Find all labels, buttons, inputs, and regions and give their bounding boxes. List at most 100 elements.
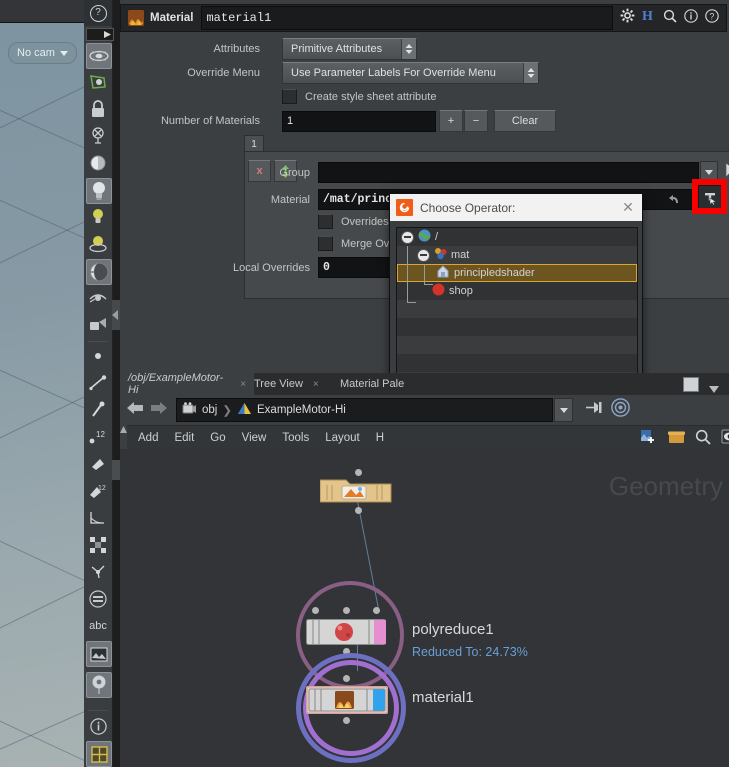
network-editor-pane: /obj/ExampleMotor-Hi × Tree View × Mater… [120, 373, 729, 767]
help-icon[interactable]: ? [705, 9, 719, 28]
dialog-title: Choose Operator: [420, 201, 620, 215]
number-of-materials-input[interactable]: 1 [282, 111, 436, 132]
info-icon[interactable] [86, 714, 110, 738]
tree-label-mat: mat [451, 249, 469, 261]
attributes-dropdown[interactable]: Primitive Attributes [282, 38, 417, 60]
network-scroll-indicator[interactable] [120, 425, 127, 449]
tab-obj-examplemotor[interactable]: /obj/ExampleMotor-Hi × [120, 373, 254, 395]
row-group: Group [120, 161, 729, 184]
network-target-icon[interactable] [611, 398, 630, 422]
collapse-icon[interactable] [401, 231, 414, 244]
remove-material-button[interactable]: − [464, 110, 488, 132]
breadcrumb[interactable]: obj ❯ ExampleMotor-Hi [176, 398, 553, 422]
environment-icon[interactable] [86, 259, 112, 285]
point-icon[interactable] [86, 344, 110, 368]
tab-tree-view[interactable]: Tree View × [246, 373, 340, 395]
node-name-input[interactable]: material1 [201, 6, 613, 30]
collapse-icon[interactable] [417, 249, 430, 262]
add-node-icon[interactable] [640, 429, 657, 447]
transform-icon[interactable] [86, 533, 110, 557]
lock-icon[interactable] [86, 97, 110, 121]
location-pin-icon[interactable] [86, 672, 112, 698]
close-icon[interactable]: ✕ [620, 200, 636, 216]
merge-overrides-checkbox[interactable] [318, 236, 333, 251]
override-menu-dropdown[interactable]: Use Parameter Labels For Override Menu [282, 62, 539, 84]
create-stylesheet-checkbox[interactable] [282, 89, 297, 104]
grid-icon[interactable] [86, 741, 112, 767]
joint-icon[interactable] [86, 560, 110, 584]
spin-arrows-icon[interactable] [523, 63, 538, 83]
select-tool-icon[interactable] [86, 43, 112, 69]
paint-bucket-icon[interactable] [86, 452, 110, 476]
pane-splitter-handle[interactable] [112, 300, 120, 330]
curve-icon[interactable] [86, 371, 110, 395]
svg-text:12: 12 [98, 485, 106, 492]
network-canvas[interactable]: Geometry [120, 449, 729, 767]
material-node-icon [126, 8, 146, 28]
small-light-icon[interactable] [86, 205, 110, 229]
material-label: Material [120, 194, 310, 206]
polygon-select-icon[interactable] [86, 70, 110, 94]
tree-row-mat[interactable]: mat [397, 246, 637, 264]
sphere-light-icon[interactable] [86, 151, 110, 175]
camera-eye-icon[interactable] [86, 286, 110, 310]
clear-materials-button[interactable]: Clear [494, 110, 556, 132]
rail-expand-button[interactable] [86, 28, 114, 41]
light-bulb-icon[interactable] [86, 178, 112, 204]
row-attributes: Attributes Primitive Attributes [120, 38, 417, 60]
rail-help-icon[interactable]: ? [84, 0, 112, 26]
revert-parameter-icon[interactable] [668, 193, 680, 211]
tree-label-shop: shop [449, 285, 473, 297]
text-abc-icon[interactable]: abc [86, 614, 110, 638]
menu-go[interactable]: Go [210, 432, 225, 444]
image-icon[interactable] [86, 641, 112, 667]
menu-help[interactable]: H [376, 432, 384, 444]
override-menu-label: Override Menu [120, 67, 260, 79]
angle-icon[interactable] [86, 506, 110, 530]
gear-icon[interactable] [620, 8, 635, 28]
path-dropdown-button[interactable] [554, 398, 573, 422]
point-light-icon[interactable] [86, 232, 110, 256]
spin-arrows-icon[interactable] [401, 39, 416, 59]
pin-icon[interactable] [585, 400, 603, 420]
handle-icon[interactable] [86, 124, 110, 148]
box-icon[interactable] [668, 430, 685, 447]
houdini-h-icon[interactable]: H [642, 8, 656, 28]
camera-selector[interactable]: No cam [8, 42, 77, 64]
viewport-3d[interactable] [0, 22, 84, 767]
number-of-materials-label: Number of Materials [120, 115, 260, 127]
tree-row-principledshader[interactable]: principledshader [397, 264, 637, 282]
pane-splitter-dots[interactable] [112, 460, 120, 480]
overrides-checkbox[interactable] [318, 214, 333, 229]
measure-12-icon[interactable]: 12 [86, 425, 110, 449]
tree-row-root[interactable]: / [397, 228, 637, 246]
menu-view[interactable]: View [242, 432, 267, 444]
info-icon[interactable] [684, 9, 698, 28]
menu-add[interactable]: Add [138, 432, 158, 444]
row-overrides: Overrides [318, 214, 389, 229]
tree-row-shop[interactable]: shop [397, 282, 637, 300]
tab-material-palette[interactable]: Material Pale [332, 373, 426, 395]
group-input[interactable] [318, 162, 699, 183]
search-icon[interactable] [695, 429, 711, 448]
menu-tools[interactable]: Tools [282, 432, 309, 444]
tab-label: Tree View [254, 378, 303, 390]
back-arrow-icon[interactable] [126, 400, 144, 421]
add-material-button[interactable]: + [439, 110, 463, 132]
disc-icon[interactable] [86, 587, 110, 611]
paint-12-icon[interactable]: 12 [86, 479, 110, 503]
breadcrumb-obj[interactable]: obj [202, 404, 217, 416]
search-icon[interactable] [663, 9, 677, 28]
breadcrumb-examplemotor[interactable]: ExampleMotor-Hi [257, 404, 346, 416]
menu-edit[interactable]: Edit [174, 432, 194, 444]
shop-ball-icon [432, 283, 445, 299]
paint-icon[interactable] [86, 313, 110, 337]
dropper-icon[interactable] [86, 398, 110, 422]
node-subnet-folder[interactable] [320, 477, 392, 503]
menu-layout[interactable]: Layout [325, 432, 360, 444]
forward-arrow-icon[interactable] [150, 400, 168, 421]
maximize-icon[interactable] [683, 377, 699, 392]
eye-icon[interactable] [721, 429, 729, 447]
tree-label-principledshader: principledshader [454, 267, 535, 279]
close-icon[interactable]: × [313, 379, 319, 390]
